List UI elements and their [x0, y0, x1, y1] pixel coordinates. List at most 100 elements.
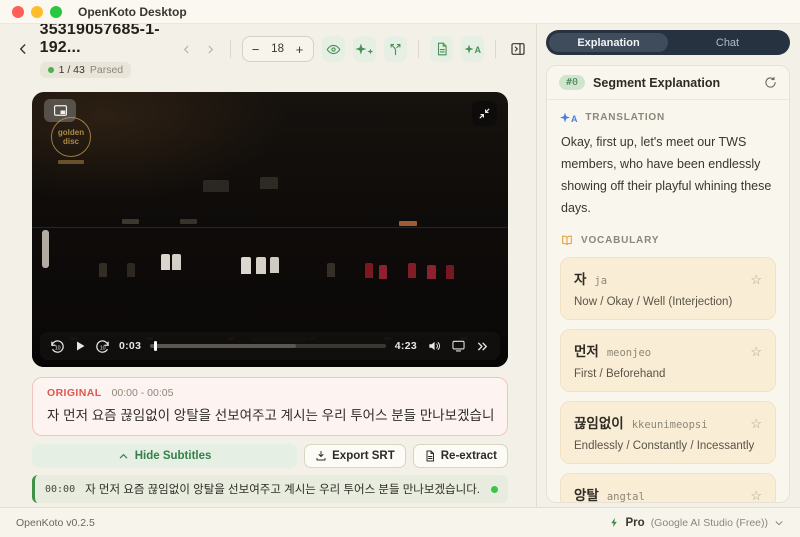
subtitle-active-dot: [491, 485, 498, 493]
titlebar: OpenKoto Desktop: [0, 0, 800, 24]
right-pane: Explanation Chat #0 Segment Explanation …: [536, 24, 800, 507]
book-open-icon: [560, 234, 574, 247]
vocab-romanization: angtal: [606, 490, 645, 503]
toggle-visibility-button[interactable]: [321, 36, 345, 62]
split-segment-button[interactable]: [383, 36, 408, 62]
svg-text:10: 10: [100, 345, 106, 351]
zoom-window-button[interactable]: [50, 5, 62, 18]
right-panel-tabs: Explanation Chat: [546, 30, 790, 55]
collapse-video-button[interactable]: [472, 101, 497, 126]
translate-button[interactable]: A: [461, 36, 485, 62]
left-pane: 35319057685-1-192... 1 / 43 Parsed − 18 …: [0, 24, 536, 507]
transcript-button[interactable]: [429, 36, 454, 62]
segment-explanation-title: Segment Explanation: [593, 75, 721, 90]
tab-chat[interactable]: Chat: [668, 33, 787, 52]
vocab-romanization: kkeunimeopsi: [631, 418, 708, 431]
ai-explain-button[interactable]: [352, 36, 376, 62]
chevron-left-icon: [16, 42, 30, 56]
refresh-explanation-button[interactable]: [764, 76, 777, 89]
translate-icon: A: [560, 112, 578, 123]
original-label: ORIGINAL: [47, 387, 102, 399]
sparkles-icon: [355, 43, 374, 55]
re-extract-label: Re-extract: [440, 450, 497, 462]
re-extract-button[interactable]: Re-extract: [412, 444, 508, 468]
app-title: OpenKoto Desktop: [78, 4, 187, 19]
play-button[interactable]: [74, 340, 86, 352]
close-window-button[interactable]: [12, 5, 24, 18]
bolt-icon: [609, 516, 620, 529]
star-icon[interactable]: ☆: [750, 417, 762, 430]
vocab-romanization: ja: [594, 274, 608, 287]
star-icon[interactable]: ☆: [750, 273, 762, 286]
left-header: 35319057685-1-192... 1 / 43 Parsed − 18 …: [0, 24, 536, 78]
vocab-romanization: meonjeo: [606, 346, 652, 359]
split-icon: [388, 42, 403, 57]
video-player[interactable]: golden disc 10 10 0:03 4:23: [32, 92, 508, 367]
volume-button[interactable]: [426, 339, 442, 353]
pip-icon: [53, 104, 68, 117]
segment-index-badge: #0: [559, 75, 586, 90]
minimize-window-button[interactable]: [31, 5, 43, 18]
tab-explanation[interactable]: Explanation: [549, 33, 668, 52]
back-button[interactable]: [14, 36, 32, 62]
font-size-decrease-button[interactable]: −: [249, 42, 263, 57]
video-progress-bar[interactable]: [150, 341, 386, 351]
chevron-down-icon: [774, 518, 784, 528]
rewind-10-icon: 10: [50, 339, 65, 354]
logo-text-line1: golden: [57, 128, 85, 137]
vocab-card: 자 ja ☆ Now / Okay / Well (Interjection): [560, 256, 776, 320]
video-progress-buffered: [150, 344, 297, 348]
vocab-word: 먼저: [574, 343, 599, 359]
video-progress-played[interactable]: [153, 341, 157, 351]
forward-10-icon: 10: [95, 339, 110, 354]
vocab-card: 끊임없이 kkeunimeopsi ☆ Endlessly / Constant…: [560, 400, 776, 464]
font-size-value: 18: [271, 43, 284, 55]
divider: [418, 40, 419, 58]
model-provider-dropdown[interactable]: Pro (Google AI Studio (Free)): [609, 516, 784, 529]
golden-disc-logo: golden disc: [47, 117, 95, 164]
divider: [229, 40, 231, 58]
parse-status-label: Parsed: [89, 63, 124, 76]
video-frame: [32, 92, 508, 367]
divider: [495, 40, 497, 58]
plan-label: Pro: [625, 516, 645, 529]
font-size-increase-button[interactable]: +: [293, 42, 307, 57]
rewind-10-button[interactable]: 10: [50, 339, 65, 354]
playback-speed-button[interactable]: [475, 340, 490, 353]
vocabulary-list: 자 ja ☆ Now / Okay / Well (Interjection) …: [560, 256, 776, 503]
window-controls: [12, 5, 62, 18]
display-icon: [451, 339, 466, 353]
segment-count: 1 / 43: [58, 63, 85, 76]
document-title: 35319057685-1-192...: [39, 24, 160, 56]
forward-10-button[interactable]: 10: [95, 339, 110, 354]
vocab-word: 앙탈: [574, 487, 599, 503]
subtitle-time-range: 00:00 - 00:05: [111, 387, 174, 399]
vocab-card: 먼저 meonjeo ☆ First / Beforehand: [560, 328, 776, 392]
collapse-icon: [478, 107, 491, 120]
star-icon[interactable]: ☆: [750, 345, 762, 358]
subtitle-list-item[interactable]: 00:00 자 먼저 요즘 끊임없이 앙탈을 선보여주고 계시는 우리 투어스 …: [32, 475, 508, 503]
prev-segment-button[interactable]: [179, 37, 195, 61]
video-controls: 10 10 0:03 4:23: [40, 332, 500, 360]
translation-heading: TRANSLATION: [585, 112, 666, 123]
translation-text: Okay, first up, let's meet our TWS membe…: [561, 135, 772, 215]
vocab-meaning: Now / Okay / Well (Interjection): [574, 295, 733, 308]
next-segment-button[interactable]: [203, 37, 219, 61]
export-srt-label: Export SRT: [332, 450, 395, 462]
vocab-word: 자: [574, 271, 587, 287]
toggle-right-panel-button[interactable]: [507, 36, 528, 62]
subtitle-actions-row: Hide Subtitles Export SRT Re-extract: [32, 444, 508, 468]
provider-label: (Google AI Studio (Free)): [650, 516, 768, 529]
subtitle-text: 자 먼저 요즘 끊임없이 앙탈을 선보여주고 계시는 우리 투어스 분들 만나보…: [85, 484, 480, 496]
app-version: OpenKoto v0.2.5: [16, 516, 95, 529]
chevron-left-icon: [181, 44, 192, 55]
original-subtitle-card: ORIGINAL 00:00 - 00:05 자 먼저 요즘 끊임없이 앙탈을 …: [32, 377, 508, 436]
vocabulary-section-header: VOCABULARY: [560, 234, 776, 247]
export-srt-button[interactable]: Export SRT: [304, 444, 406, 468]
cast-button[interactable]: [451, 339, 466, 353]
translation-section-header: A TRANSLATION: [560, 112, 776, 123]
svg-text:10: 10: [55, 345, 61, 351]
eye-icon: [326, 42, 341, 57]
hide-subtitles-button[interactable]: Hide Subtitles: [32, 444, 298, 468]
star-icon[interactable]: ☆: [750, 489, 762, 502]
